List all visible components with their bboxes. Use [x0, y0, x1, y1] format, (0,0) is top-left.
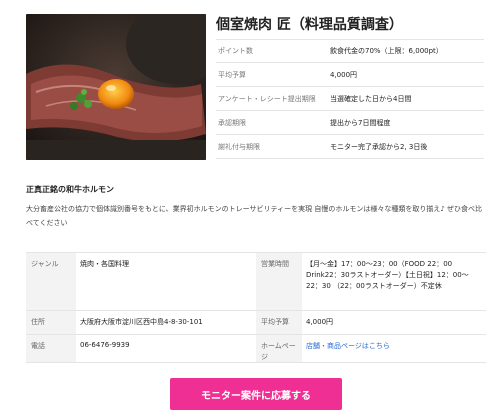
homepage-label: ホームページ	[256, 335, 302, 362]
feature-description: 大分畜産公社の協力で個体識別番号をもとに、業界初ホルモンのトレーサビリティーを実…	[26, 205, 483, 227]
shop-details-table: ジャンル 焼肉・各国料理 営業時間 【月〜金】17：00〜23：00（FOOD …	[26, 252, 486, 363]
info-value: 4,000円	[330, 70, 358, 79]
info-label: 平均予算	[218, 70, 246, 79]
feature-title: 正真正銘の和牛ホルモン	[26, 185, 114, 194]
budget-value: 4,000円	[306, 318, 334, 326]
info-label: 謝礼付与期限	[218, 142, 260, 151]
info-value: 当選確定した日から4日間	[330, 94, 412, 103]
shop-photo	[26, 14, 206, 160]
phone-label: 電話	[26, 335, 76, 362]
details-row-genre: ジャンル 焼肉・各国料理 営業時間 【月〜金】17：00〜23：00（FOOD …	[26, 253, 486, 311]
info-row-reward: 謝礼付与期限 モニター完了承認から2, 3日後	[216, 135, 484, 159]
apply-monitor-button[interactable]: モニター案件に応募する	[170, 378, 342, 410]
address-value: 大阪府大阪市淀川区西中島4-8-30-101	[80, 318, 203, 326]
hours-value: 【月〜金】17：00〜23：00（FOOD 22：00 Drink22：30ラス…	[306, 260, 469, 290]
info-value: 提出から7日間程度	[330, 118, 391, 127]
info-row-points: ポイント数 飲食代金の70%（上限：6,000pt）	[216, 39, 484, 63]
info-row-approval: 承認期限 提出から7日間程度	[216, 111, 484, 135]
details-row-phone: 電話 06-6476-9939 ホームページ 店舗・商品ページはこちら	[26, 335, 486, 363]
info-label: アンケート・レシート提出期限	[218, 94, 316, 103]
shop-title: 個室焼肉 匠（料理品質調査）	[216, 17, 403, 33]
phone-value: 06-6476-9939	[80, 341, 130, 349]
hours-label: 営業時間	[256, 253, 302, 310]
info-row-deadline: アンケート・レシート提出期限 当選確定した日から4日間	[216, 87, 484, 111]
budget-label: 平均予算	[256, 311, 302, 334]
info-label: ポイント数	[218, 47, 253, 55]
genre-label: ジャンル	[26, 253, 76, 310]
details-row-address: 住所 大阪府大阪市淀川区西中島4-8-30-101 平均予算 4,000円	[26, 311, 486, 335]
info-label: 承認期限	[218, 118, 246, 127]
info-value: 飲食代金の70%（上限：6,000pt）	[330, 47, 443, 55]
info-row-budget: 平均予算 4,000円	[216, 63, 484, 87]
address-label: 住所	[26, 311, 76, 334]
info-value: モニター完了承認から2, 3日後	[330, 142, 428, 151]
campaign-info-table: ポイント数 飲食代金の70%（上限：6,000pt） 平均予算 4,000円 ア…	[216, 39, 484, 159]
genre-value: 焼肉・各国料理	[80, 260, 129, 268]
homepage-link[interactable]: 店舗・商品ページはこちら	[306, 342, 390, 350]
